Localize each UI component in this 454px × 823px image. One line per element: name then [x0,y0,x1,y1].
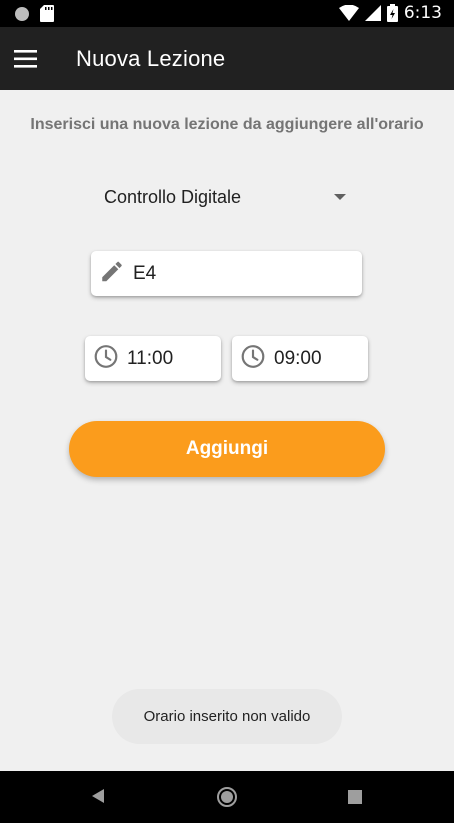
dropdown-arrow-icon [334,194,346,200]
start-time-value: 11:00 [127,347,174,369]
error-toast: Orario inserito non valido [112,689,342,744]
clock-icon [93,343,119,374]
course-dropdown[interactable]: Controllo Digitale [104,182,356,214]
pencil-icon [99,258,125,289]
course-selected-value: Controllo Digitale [104,187,242,207]
add-lesson-button[interactable]: Aggiungi [69,421,385,477]
sd-card-icon [40,5,54,22]
notification-dot-icon [14,6,30,22]
back-icon[interactable] [90,787,106,810]
recents-icon[interactable] [348,790,362,809]
start-time-field[interactable]: 11:00 [85,336,221,381]
room-value: E4 [133,262,157,284]
status-bar: 6:13 [0,0,454,27]
system-nav-bar [0,771,454,823]
home-icon[interactable] [216,786,238,813]
room-field[interactable]: E4 [91,251,362,296]
app-bar: Nuova Lezione [0,27,454,90]
page-title: Nuova Lezione [76,46,226,71]
wifi-icon [338,5,359,21]
clock-icon [240,343,266,374]
signal-icon [364,5,381,21]
end-time-field[interactable]: 09:00 [232,336,368,381]
battery-icon [386,4,398,22]
menu-icon[interactable] [14,49,38,69]
clock-time: 6:13 [403,3,442,23]
form-instructions: Inserisci una nuova lezione da aggiunger… [30,116,424,133]
end-time-value: 09:00 [274,347,322,369]
